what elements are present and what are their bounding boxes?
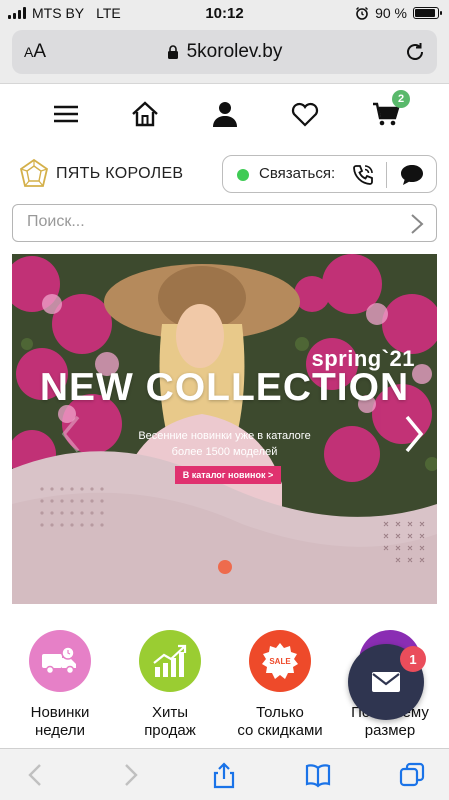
url-text: 5korolev.by xyxy=(186,41,283,62)
carousel-dot-active[interactable] xyxy=(218,560,232,574)
alarm-icon xyxy=(356,7,369,20)
battery-icon xyxy=(413,7,442,19)
carousel-prev-icon[interactable] xyxy=(60,414,82,454)
address-bar[interactable]: AAAA 5korolev.by xyxy=(12,30,437,74)
contact-label: Связаться: xyxy=(259,165,336,182)
battery-percent: 90 % xyxy=(375,5,407,21)
category-label-line1: Только xyxy=(256,704,304,721)
svg-text:SALE: SALE xyxy=(269,657,291,666)
category-label-line1: Новинки xyxy=(30,704,90,721)
promo-banner[interactable]: spring`21 NEW COLLECTION Весенние новинк… xyxy=(12,254,437,604)
share-icon[interactable] xyxy=(210,761,238,789)
back-icon[interactable] xyxy=(22,761,50,789)
url-display[interactable]: 5korolev.by xyxy=(12,41,437,63)
browser-toolbar xyxy=(0,748,449,800)
sale-badge-icon: SALE xyxy=(249,630,311,692)
menu-icon[interactable] xyxy=(50,98,82,130)
category-label-line2: недели xyxy=(34,722,86,739)
status-right: 90 % xyxy=(355,5,442,21)
chevron-right-icon[interactable] xyxy=(406,212,428,236)
growth-chart-icon xyxy=(139,630,201,692)
online-status-dot xyxy=(237,169,249,181)
lock-icon xyxy=(167,44,178,59)
envelope-icon xyxy=(372,672,400,692)
contact-divider xyxy=(386,162,387,188)
category-bestsellers[interactable]: Хиты продаж xyxy=(115,630,225,740)
category-label-line2: со скидками xyxy=(237,722,323,739)
contact-widget: Связаться: xyxy=(222,155,437,193)
favorites-icon[interactable] xyxy=(289,98,321,130)
home-icon[interactable] xyxy=(129,98,161,130)
category-discounts[interactable]: SALE Только со скидками xyxy=(225,630,335,740)
crown-logo-icon xyxy=(19,158,49,187)
delivery-truck-icon xyxy=(29,630,91,692)
brand-name: ПЯТЬ КОРОЛЕВ xyxy=(56,165,184,182)
cart-button[interactable]: 2 xyxy=(370,90,410,130)
catalog-cta-button[interactable]: В каталог новинок > xyxy=(175,466,281,484)
forward-icon[interactable] xyxy=(116,761,144,789)
cart-count-badge: 2 xyxy=(392,90,410,108)
category-label-line2: продаж xyxy=(144,722,196,739)
search-input[interactable] xyxy=(27,213,397,231)
bookmarks-icon[interactable] xyxy=(304,761,332,789)
chat-bubble-icon[interactable] xyxy=(399,163,425,187)
category-label-line1: Хиты xyxy=(151,704,189,721)
tabs-icon[interactable] xyxy=(398,761,426,789)
site-logo[interactable]: ПЯТЬ КОРОЛЕВ xyxy=(18,158,183,190)
phone-call-icon[interactable] xyxy=(351,163,375,187)
account-icon[interactable] xyxy=(209,98,241,130)
carousel-next-icon[interactable] xyxy=(403,414,425,454)
search-bar xyxy=(12,204,437,242)
category-new-this-week[interactable]: Новинки недели xyxy=(5,630,115,740)
site-nav: 2 xyxy=(0,90,449,136)
category-label-line2: размер xyxy=(364,722,416,739)
status-bar: MTS BY LTE 10:12 90 % xyxy=(0,0,449,26)
browser-top-bar: AAAA 5korolev.by xyxy=(0,26,449,84)
reload-icon[interactable] xyxy=(403,40,427,64)
message-count-badge: 1 xyxy=(400,646,426,672)
banner-headline: NEW COLLECTION xyxy=(39,366,410,409)
